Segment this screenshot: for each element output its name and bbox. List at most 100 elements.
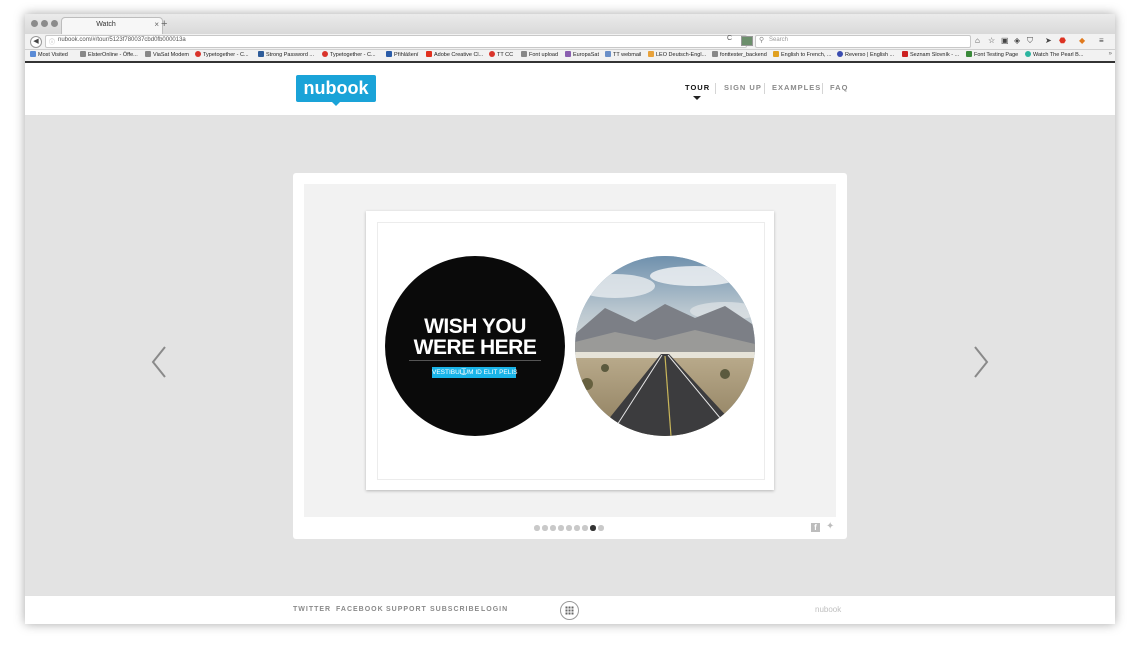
zoom-window-button[interactable] — [51, 20, 58, 27]
tab-close-icon[interactable]: × — [154, 20, 159, 29]
bookmark-item[interactable]: ElsterOnline - Öffe... — [80, 51, 138, 60]
bookmark-favicon-icon — [489, 51, 495, 57]
extension-icon[interactable]: ◆ — [1079, 36, 1085, 46]
footer-link-subscribe[interactable]: SUBSCRIBE — [430, 606, 480, 613]
bookmark-label: Adobe Creative Cl... — [434, 52, 484, 58]
minimize-window-button[interactable] — [41, 20, 48, 27]
nav-sign-up[interactable]: SIGN UP — [724, 83, 762, 92]
bookmark-label: ElsterOnline - Öffe... — [88, 52, 138, 58]
browser-tab[interactable]: Watch × — [61, 17, 163, 35]
book-page: WISH YOU WERE HERE VESTIBULUM ID ELIT PE… — [366, 211, 774, 490]
bookmark-item[interactable]: Font upload — [521, 51, 558, 60]
bookmark-item[interactable]: Typetogether - C... — [195, 51, 249, 60]
bookmark-item[interactable]: Strong Password ... — [258, 51, 314, 60]
bookmark-item[interactable]: ViaSat Modem — [145, 51, 189, 60]
road-photo — [575, 256, 755, 436]
footer-link-facebook[interactable]: FACEBOOK — [336, 606, 384, 613]
bookmark-label: fonttester_backend — [720, 52, 767, 58]
footer-link-twitter[interactable]: TWITTER — [293, 606, 331, 613]
pagination-dot[interactable] — [534, 525, 540, 531]
bookmark-item[interactable]: Reverso | English ... — [837, 51, 894, 60]
address-bar[interactable]: ⓘ nubook.com/#/tour/5123f780037cbd0fb000… — [45, 35, 747, 48]
active-nav-caret-icon — [693, 96, 701, 100]
reload-icon[interactable]: C — [727, 35, 732, 42]
shield-icon[interactable]: ⛉ — [1027, 36, 1033, 46]
headline-line-1: WISH YOU — [424, 315, 526, 338]
bookmark-item[interactable]: EuropaSat — [565, 51, 599, 60]
search-input[interactable]: ⚲ Search — [755, 35, 971, 48]
grid-menu-button[interactable] — [560, 601, 579, 620]
footer-link-login[interactable]: LOGIN — [481, 606, 508, 613]
bookmark-item[interactable]: TT CC — [489, 51, 513, 60]
slide-subline[interactable]: VESTIBULUM ID ELIT PELIS — [432, 367, 518, 378]
text-cursor-icon: ⌶ — [461, 367, 467, 377]
bookmark-item[interactable]: LEO Deutsch-Engl... — [648, 51, 706, 60]
footer-link-support[interactable]: SUPPORT — [386, 606, 427, 613]
next-slide-arrow-icon[interactable] — [972, 345, 990, 379]
pagination-dot[interactable] — [582, 525, 588, 531]
bookmark-favicon-icon — [322, 51, 328, 57]
site-header: nubook TOUR SIGN UP EXAMPLES FAQ — [25, 63, 1115, 116]
nav-divider — [822, 83, 823, 94]
new-tab-button[interactable]: + — [161, 18, 167, 30]
bookmarks-overflow-icon[interactable]: » — [1109, 51, 1112, 57]
bookmarks-bar: Most Visited ElsterOnline - Öffe... ViaS… — [25, 50, 1115, 63]
facebook-share-icon[interactable]: f — [811, 523, 820, 532]
bookmark-favicon-icon — [837, 51, 843, 57]
bookmark-item[interactable]: fonttester_backend — [712, 51, 767, 60]
logo-text: nubook — [303, 78, 369, 98]
bookmark-label: Strong Password ... — [266, 52, 314, 58]
bookmark-item[interactable]: Přihlášení — [386, 51, 418, 60]
bookmark-label: ViaSat Modem — [153, 52, 189, 58]
bookmark-label: Typetogether - C... — [203, 52, 249, 58]
nav-divider — [715, 83, 716, 94]
close-window-button[interactable] — [31, 20, 38, 27]
bookmark-favicon-icon — [966, 51, 972, 57]
back-button[interactable]: ◀ — [30, 36, 42, 48]
pagination-dot[interactable] — [550, 525, 556, 531]
tab-title: Watch — [96, 21, 116, 28]
pagination-dot[interactable] — [542, 525, 548, 531]
headline-rule — [409, 360, 541, 361]
bookmark-favicon-icon — [1025, 51, 1031, 57]
send-icon[interactable]: ➤ — [1045, 36, 1052, 46]
reader-view-icon[interactable] — [741, 36, 753, 46]
nav-examples[interactable]: EXAMPLES — [772, 83, 821, 92]
bookmark-favicon-icon — [426, 51, 432, 57]
site-footer: TWITTER FACEBOOK SUPPORT SUBSCRIBE LOGIN… — [25, 595, 1115, 624]
previous-slide-arrow-icon[interactable] — [150, 345, 168, 379]
info-icon[interactable]: ⓘ — [49, 37, 55, 46]
nav-faq[interactable]: FAQ — [830, 83, 848, 92]
bookmark-label: English to French, ... — [781, 52, 832, 58]
pagination-dot[interactable] — [566, 525, 572, 531]
clipboard-icon[interactable]: ▣ — [1001, 36, 1009, 46]
pagination-dot[interactable] — [574, 525, 580, 531]
pagination-dot[interactable] — [558, 525, 564, 531]
nav-tour[interactable]: TOUR — [685, 83, 710, 92]
bookmark-item[interactable]: English to French, ... — [773, 51, 831, 60]
main-content: WISH YOU WERE HERE VESTIBULUM ID ELIT PE… — [25, 116, 1115, 595]
bookmark-item[interactable]: Adobe Creative Cl... — [426, 51, 483, 60]
bookmark-item[interactable]: Most Visited — [30, 51, 68, 60]
bookmark-item[interactable]: Font Testing Page — [966, 51, 1018, 60]
desert-road-image — [575, 256, 755, 436]
menu-icon[interactable]: ≡ — [1099, 36, 1104, 46]
bookmark-item[interactable]: Typetogether - C... — [322, 51, 376, 60]
bookmark-favicon-icon — [712, 51, 718, 57]
bookmark-star-icon[interactable]: ☆ — [988, 36, 995, 46]
twitter-share-icon[interactable]: ✦ — [826, 522, 834, 532]
bookmark-label: Typetogether - C... — [330, 52, 376, 58]
adblock-icon[interactable]: ⬣ — [1059, 36, 1066, 46]
bookmark-label: Seznam Slovník - ... — [910, 52, 960, 58]
pagination-dot[interactable] — [590, 525, 596, 531]
pocket-icon[interactable]: ◈ — [1014, 36, 1020, 46]
nubook-logo[interactable]: nubook — [296, 75, 376, 106]
bookmark-label: TT webmail — [613, 52, 642, 58]
bookmark-item[interactable]: Watch The Pearl B... — [1025, 51, 1083, 60]
home-icon[interactable]: ⌂ — [975, 36, 980, 46]
bookmark-label: Font upload — [529, 52, 559, 58]
pagination-dot[interactable] — [598, 525, 604, 531]
bookmark-item[interactable]: Seznam Slovník - ... — [902, 51, 959, 60]
bookmark-favicon-icon — [902, 51, 908, 57]
bookmark-item[interactable]: TT webmail — [605, 51, 641, 60]
